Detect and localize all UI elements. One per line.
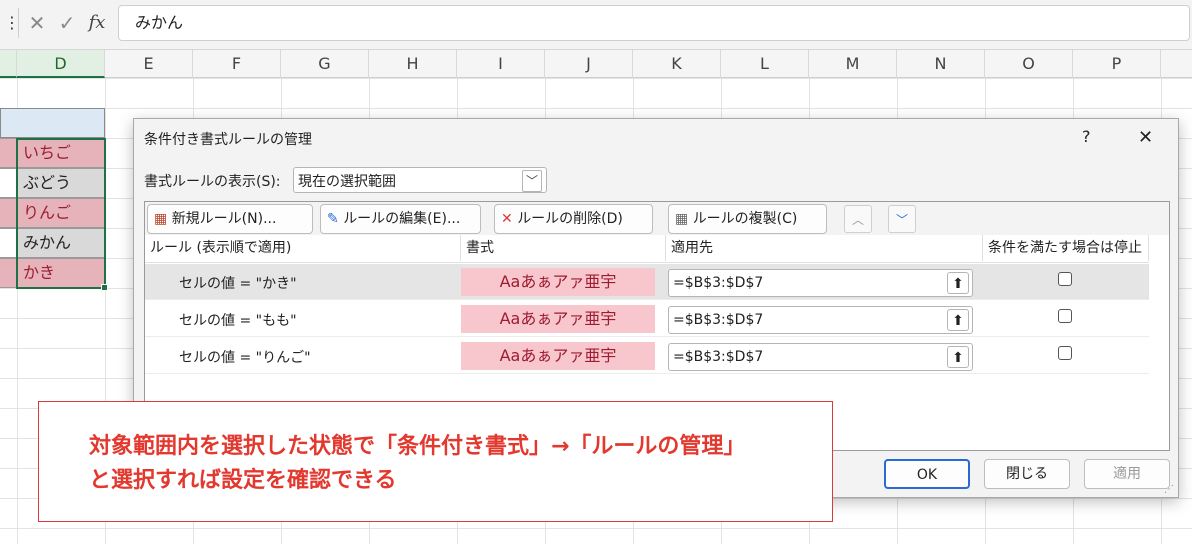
enter-icon[interactable]: ✓: [54, 8, 80, 38]
edit-icon: ✎: [327, 211, 339, 227]
rule-row[interactable]: セルの値 = "りんご" Aaあぁアァ亜宇 =$B$3:$D$7 ⬆: [145, 338, 1149, 374]
column-header-n[interactable]: N: [897, 50, 985, 78]
rule-description: セルの値 = "もも": [179, 313, 297, 329]
new-rule-button[interactable]: ▦ 新規ルール(N)...: [147, 204, 313, 234]
column-header-p[interactable]: P: [1073, 50, 1161, 78]
column-header-d[interactable]: D: [17, 50, 105, 78]
collapse-dialog-icon[interactable]: ⬆: [947, 272, 969, 294]
grid-icon: ▦: [675, 211, 689, 227]
applies-to-input[interactable]: =$B$3:$D$7 ⬆: [668, 269, 973, 297]
column-header-k[interactable]: K: [633, 50, 721, 78]
rules-list-header: ルール (表示順で適用) 書式 適用先 条件を満たす場合は停止: [145, 235, 1149, 263]
formula-bar: ⋮ ✕ ✓ fx みかん: [0, 0, 1192, 50]
show-rules-value: 現在の選択範囲: [298, 174, 396, 190]
collapse-dialog-icon[interactable]: ⬆: [947, 309, 969, 331]
cell-partial[interactable]: [0, 168, 17, 198]
annotation-callout: 対象範囲内を選択した状態で「条件付き書式」→「ルールの管理」 と選択すれば設定を…: [38, 401, 833, 522]
stop-if-true-checkbox[interactable]: [1058, 309, 1072, 323]
header-cell-blue: [0, 108, 105, 138]
delete-icon: ✕: [501, 211, 513, 227]
dialog-title: 条件付き書式ルールの管理: [144, 132, 312, 148]
cell-partial[interactable]: [0, 258, 17, 288]
column-header-row: DEFGHIJKLMNOP: [0, 50, 1192, 78]
show-rules-label: 書式ルールの表示(S):: [144, 174, 281, 190]
header-format: 書式: [461, 235, 666, 261]
column-header-j[interactable]: J: [545, 50, 633, 78]
format-preview: Aaあぁアァ亜宇: [461, 342, 655, 370]
edit-rule-button[interactable]: ✎ ルールの編集(E)...: [320, 204, 481, 234]
applies-to-input[interactable]: =$B$3:$D$7 ⬆: [668, 306, 973, 334]
column-header-g[interactable]: G: [281, 50, 369, 78]
column-header-f[interactable]: F: [193, 50, 281, 78]
column-header-i[interactable]: I: [457, 50, 545, 78]
close-button[interactable]: 閉じる: [984, 459, 1070, 489]
move-up-button[interactable]: ︿: [844, 205, 872, 233]
duplicate-rule-button[interactable]: ▦ ルールの複製(C): [668, 204, 827, 234]
cell-partial[interactable]: [0, 138, 17, 168]
collapse-dialog-icon[interactable]: ⬆: [947, 346, 969, 368]
stop-if-true-checkbox[interactable]: [1058, 272, 1072, 286]
column-header-o[interactable]: O: [985, 50, 1073, 78]
annotation-line-2: と選択すれば設定を確認できる: [89, 468, 397, 493]
resize-grip[interactable]: ⋰: [1164, 485, 1174, 495]
delete-rule-button[interactable]: ✕ ルールの削除(D): [494, 204, 653, 234]
formula-bar-divider: [18, 8, 19, 38]
rule-description: セルの値 = "りんご": [179, 350, 311, 366]
format-preview: Aaあぁアァ亜宇: [461, 268, 655, 296]
applies-to-value: =$B$3:$D$7: [673, 349, 764, 365]
cancel-icon[interactable]: ✕: [24, 8, 50, 38]
insert-function-button[interactable]: fx: [84, 8, 110, 38]
fill-handle[interactable]: [101, 284, 108, 291]
cell-partial[interactable]: [0, 228, 17, 258]
formula-input[interactable]: みかん: [118, 5, 1190, 41]
applies-to-value: =$B$3:$D$7: [673, 312, 764, 328]
header-applies-to: 適用先: [666, 235, 983, 261]
close-icon[interactable]: ✕: [1138, 127, 1162, 148]
duplicate-rule-label: ルールの複製(C): [692, 211, 798, 227]
rule-row[interactable]: セルの値 = "もも" Aaあぁアァ亜宇 =$B$3:$D$7 ⬆: [145, 301, 1149, 337]
cell-partial[interactable]: [0, 198, 17, 228]
apply-button[interactable]: 適用: [1084, 459, 1170, 489]
column-header-partial: [0, 50, 17, 78]
grid-icon: ▦: [154, 211, 168, 227]
edit-rule-label: ルールの編集(E)...: [343, 211, 461, 227]
stop-if-true-checkbox[interactable]: [1058, 346, 1072, 360]
column-header-h[interactable]: H: [369, 50, 457, 78]
format-preview: Aaあぁアァ亜宇: [461, 305, 655, 333]
column-header-m[interactable]: M: [809, 50, 897, 78]
new-rule-label: 新規ルール(N)...: [171, 211, 277, 227]
formula-bar-grip: ⋮: [4, 13, 20, 32]
header-rule: ルール (表示順で適用): [145, 235, 461, 261]
ok-button[interactable]: OK: [884, 459, 970, 489]
applies-to-value: =$B$3:$D$7: [673, 275, 764, 291]
rule-row[interactable]: セルの値 = "かき" Aaあぁアァ亜宇 =$B$3:$D$7 ⬆: [145, 264, 1149, 300]
chevron-down-icon: ﹀: [522, 170, 542, 192]
column-header-e[interactable]: E: [105, 50, 193, 78]
move-down-button[interactable]: ﹀: [888, 205, 916, 233]
header-stop-if-true: 条件を満たす場合は停止: [983, 235, 1149, 261]
selection-border: [16, 138, 106, 289]
annotation-line-1: 対象範囲内を選択した状態で「条件付き書式」→「ルールの管理」: [89, 434, 746, 459]
show-rules-select[interactable]: 現在の選択範囲 ﹀: [293, 167, 547, 193]
column-header-l[interactable]: L: [721, 50, 809, 78]
delete-rule-label: ルールの削除(D): [517, 211, 623, 227]
applies-to-input[interactable]: =$B$3:$D$7 ⬆: [668, 343, 973, 371]
rule-description: セルの値 = "かき": [179, 276, 297, 292]
help-button[interactable]: ?: [1082, 127, 1102, 146]
